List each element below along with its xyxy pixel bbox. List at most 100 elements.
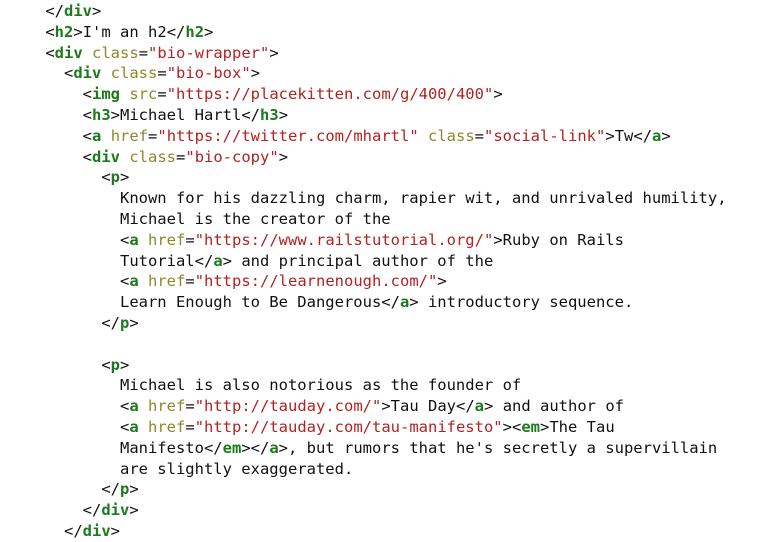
code-token-punctuation: = xyxy=(185,230,195,249)
code-token-punctuation xyxy=(139,272,148,290)
code-token-attribute-value: "https://learnenough.com/" xyxy=(194,272,438,291)
code-token-punctuation: > xyxy=(129,480,139,499)
code-token-punctuation xyxy=(120,148,129,166)
code-token-punctuation: = xyxy=(148,126,158,145)
code-token-punctuation: = xyxy=(157,85,167,104)
code-token-attribute-name: class xyxy=(110,64,158,83)
code-line: Michael is the creator of the xyxy=(0,209,760,230)
code-token-attribute-value: "https://placekitten.com/g/400/400" xyxy=(166,85,494,104)
code-token-punctuation: </ xyxy=(633,126,653,145)
code-token-attribute-name: href xyxy=(110,126,149,145)
code-token-punctuation: > xyxy=(92,2,102,20)
code-token-punctuation: < xyxy=(8,230,130,249)
code-line: Known for his dazzling charm, rapier wit… xyxy=(0,188,760,209)
code-token-punctuation: < xyxy=(8,417,130,436)
code-token-punctuation: </ xyxy=(241,105,261,124)
code-token-text-content: Manifesto xyxy=(8,438,204,457)
code-token-punctuation xyxy=(139,231,148,249)
code-token-attribute-value: "bio-copy" xyxy=(185,147,279,166)
code-token-punctuation: </ xyxy=(166,22,186,41)
code-token-attribute-name: class xyxy=(129,147,177,166)
code-token-punctuation: ></ xyxy=(241,438,270,457)
code-line: <div class="bio-copy"> xyxy=(0,147,760,168)
code-token-tag-name: div xyxy=(73,64,102,83)
code-token-punctuation: = xyxy=(474,126,485,145)
code-token-attribute-value: "http://tauday.com/" xyxy=(194,397,382,416)
code-editor[interactable]: </div> <h2>I'm an h2</h2> <div class="bi… xyxy=(0,0,760,540)
code-line: Tutorial</a> and principal author of the xyxy=(0,251,760,272)
code-token-punctuation: > xyxy=(120,355,130,374)
code-token-punctuation: < xyxy=(8,397,130,416)
code-token-attribute-value: "bio-box" xyxy=(166,64,251,83)
code-token-punctuation: > xyxy=(250,64,261,83)
code-line: </div> xyxy=(0,500,760,521)
code-line: <h2>I'm an h2</h2> xyxy=(0,22,760,43)
code-token-punctuation: = xyxy=(185,417,195,436)
code-token-text-content: Learn Enough to Be Dangerous xyxy=(8,293,382,312)
code-token-tag-name: em xyxy=(521,417,540,436)
code-token-punctuation: > xyxy=(278,438,288,457)
code-token-punctuation: > xyxy=(204,22,214,41)
code-token-tag-name: a xyxy=(474,397,485,416)
code-token-punctuation: > xyxy=(437,272,447,291)
code-token-punctuation: > xyxy=(110,105,121,124)
code-token-punctuation: > xyxy=(129,501,139,520)
code-token-tag-name: a xyxy=(129,230,139,249)
code-token-attribute-name: href xyxy=(148,397,186,416)
code-token-punctuation: = xyxy=(185,272,195,291)
code-token-text-content: are slightly exaggerated. xyxy=(8,459,354,478)
code-token-punctuation xyxy=(419,127,428,145)
code-token-punctuation: > xyxy=(539,417,550,436)
code-token-punctuation: </ xyxy=(8,480,120,499)
code-token-punctuation: > xyxy=(73,22,83,41)
code-token-tag-name: div xyxy=(101,501,130,520)
code-token-text-content: The Tau xyxy=(549,417,615,436)
code-token-attribute-name: class xyxy=(92,43,139,62)
code-token-attribute-name: class xyxy=(428,126,475,145)
code-token-punctuation: > xyxy=(269,43,279,62)
code-token-tag-name: a xyxy=(213,251,223,270)
code-line: <div class="bio-box"> xyxy=(0,63,760,84)
code-token-punctuation: > xyxy=(661,126,671,145)
code-token-punctuation xyxy=(120,85,129,103)
code-token-punctuation: > xyxy=(605,126,615,145)
code-token-tag-name: p xyxy=(110,355,120,374)
code-token-text-content: Tw xyxy=(614,126,634,145)
code-token-tag-name: div xyxy=(92,147,120,166)
code-line: <img src="https://placekitten.com/g/400/… xyxy=(0,84,760,105)
code-line: are slightly exaggerated. xyxy=(0,459,760,480)
code-line: <h3>Michael Hartl</h3> xyxy=(0,105,760,126)
code-token-attribute-value: "http://tauday.com/tau-manifesto" xyxy=(194,417,503,436)
code-token-text-content: , but rumors that he's secretly a superv… xyxy=(288,438,718,457)
code-token-punctuation: > xyxy=(120,168,130,187)
code-token-attribute-value: "https://www.railstutorial.org/" xyxy=(194,230,494,249)
code-token-tag-name: a xyxy=(129,417,139,436)
code-token-punctuation: > xyxy=(409,293,419,312)
code-token-attribute-value: "bio-wrapper" xyxy=(148,43,270,62)
code-token-tag-name: img xyxy=(92,85,120,104)
code-token-tag-name: p xyxy=(119,313,130,332)
code-token-attribute-name: href xyxy=(148,230,186,249)
code-token-attribute-value: "social-link" xyxy=(484,126,606,145)
code-token-punctuation: > xyxy=(493,85,503,104)
code-line: <a href="http://tauday.com/tau-manifesto… xyxy=(0,417,760,438)
code-token-punctuation: > xyxy=(278,105,289,124)
code-token-punctuation: < xyxy=(8,22,55,41)
code-token-tag-name: p xyxy=(119,480,130,499)
code-token-tag-name: div xyxy=(54,43,83,62)
code-token-punctuation: </ xyxy=(203,438,223,457)
code-token-text-content: Ruby on Rails xyxy=(502,230,624,249)
code-token-attribute-name: href xyxy=(148,272,186,291)
code-token-punctuation: </ xyxy=(381,293,400,312)
code-token-punctuation: >< xyxy=(502,417,522,436)
code-token-text-content: Known for his dazzling charm, rapier wit… xyxy=(8,189,727,208)
code-token-tag-name: div xyxy=(64,2,92,20)
code-token-punctuation: < xyxy=(8,168,111,187)
code-token-punctuation: > xyxy=(110,521,120,540)
code-line: Learn Enough to Be Dangerous</a> introdu… xyxy=(0,292,760,313)
code-token-punctuation: > xyxy=(278,147,289,166)
code-token-punctuation: </ xyxy=(8,521,83,540)
code-token-punctuation: > xyxy=(493,230,503,249)
code-line: <a href="http://tauday.com/">Tau Day</a>… xyxy=(0,396,760,417)
